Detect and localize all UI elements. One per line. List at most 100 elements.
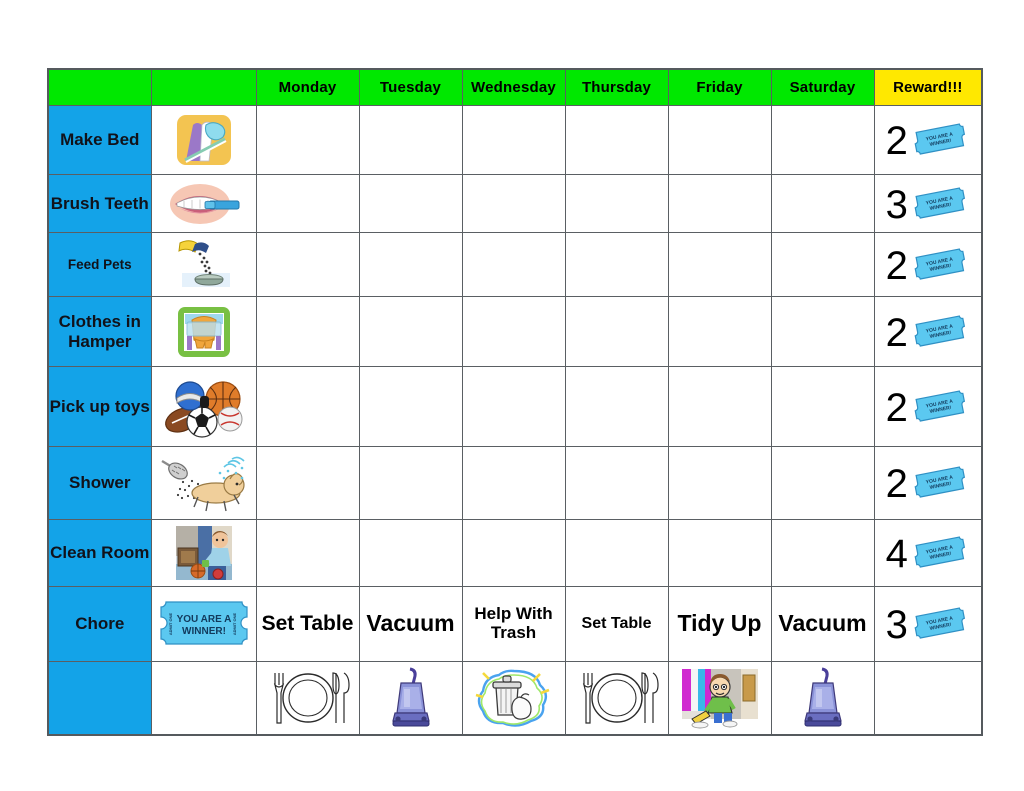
cell-shower-thursday[interactable] [564, 446, 669, 520]
cell-clean-room-monday[interactable] [255, 519, 360, 587]
reward-value-shower: 2 [885, 462, 908, 506]
header-friday: Friday [667, 68, 772, 106]
chore-icon-saturday-cell [770, 661, 875, 735]
cell-feed-pets-friday[interactable] [667, 232, 772, 297]
reward-cell-make-bed: 2 YOU ARE A WINNER! [873, 105, 983, 175]
winner-ticket-icon: YOU ARE A WINNER! [914, 123, 965, 155]
table-row-feed-pets: Feed Pets 2 YOU ARE A WINNER! [47, 232, 983, 297]
cell-shower-wednesday[interactable] [461, 446, 566, 520]
table-row-brush-teeth: Brush Teeth 3 YOU ARE A WINNER! [47, 174, 983, 233]
cell-clean-room-friday[interactable] [667, 519, 772, 587]
cell-feed-pets-saturday[interactable] [770, 232, 875, 297]
vacuum-cleaner-icon [803, 667, 842, 727]
reward-cell-brush-teeth: 3 YOU ARE A WINNER! [873, 174, 983, 233]
chore-assignment-saturday: Vacuum [770, 586, 875, 662]
chore-assignment-thursday: Set Table [564, 586, 669, 662]
place-setting-icon [582, 672, 659, 724]
chore-assignment-monday: Set Table [255, 586, 360, 662]
chore-label-chore: Chore [47, 586, 152, 662]
svg-text:ADMIT ONE: ADMIT ONE [232, 612, 237, 635]
cell-make-bed-friday[interactable] [667, 105, 772, 175]
cell-pick-up-toys-wednesday[interactable] [461, 366, 566, 447]
header-reward: Reward!!! [873, 68, 983, 106]
table-row-clothes-in-hamper: Clothes in Hamper 2 YOU ARE A WINNER! [47, 296, 983, 367]
chore-picture-make-bed-cell [150, 105, 257, 175]
chore-icon-wednesday-cell [461, 661, 566, 735]
cell-pick-up-toys-friday[interactable] [667, 366, 772, 447]
cell-clean-room-thursday[interactable] [564, 519, 669, 587]
cell-clothes-hamper-saturday[interactable] [770, 296, 875, 367]
reward-cell-chore: 3 YOU ARE A WINNER! [873, 586, 983, 662]
cell-brush-teeth-tuesday[interactable] [358, 174, 463, 233]
cell-shower-monday[interactable] [255, 446, 360, 520]
cell-clean-room-saturday[interactable] [770, 519, 875, 587]
chore-picture-clean-room-cell [150, 519, 257, 587]
cell-feed-pets-monday[interactable] [255, 232, 360, 297]
header-tuesday: Tuesday [358, 68, 463, 106]
cell-brush-teeth-saturday[interactable] [770, 174, 875, 233]
chore-label-clean-room: Clean Room [47, 519, 152, 587]
reward-cell-blank [873, 661, 983, 735]
reward-cell-clothes-hamper: 2 YOU ARE A WINNER! [873, 296, 983, 367]
table-row-clean-room: Clean Room 4 YOU ARE A WINNER! [47, 519, 983, 587]
reward-value-feed-pets: 2 [885, 243, 908, 288]
table-row-chore: Chore YOU ARE A WINNER! ADMIT ONE ADMIT … [47, 586, 983, 662]
chore-picture-brush-teeth-cell [150, 174, 257, 233]
cell-clothes-hamper-thursday[interactable] [564, 296, 669, 367]
winner-ticket-icon: YOU ARE A WINNER! ADMIT ONE ADMIT ONE [159, 601, 248, 645]
chore-picture-blank-cell [150, 661, 257, 735]
chore-picture-chore-ticket-cell: YOU ARE A WINNER! ADMIT ONE ADMIT ONE [150, 586, 257, 662]
cell-clothes-hamper-monday[interactable] [255, 296, 360, 367]
winner-ticket-icon: YOU ARE A WINNER! [914, 536, 965, 568]
cell-make-bed-monday[interactable] [255, 105, 360, 175]
cell-feed-pets-thursday[interactable] [564, 232, 669, 297]
cell-shower-tuesday[interactable] [358, 446, 463, 520]
chore-label-make-bed: Make Bed [47, 105, 152, 175]
cell-shower-friday[interactable] [667, 446, 772, 520]
chore-label-clothes-in-hamper: Clothes in Hamper [47, 296, 152, 367]
table-row-shower: Shower 2 YOU ARE A WINNER! [47, 446, 983, 520]
header-wednesday: Wednesday [461, 68, 566, 106]
reward-value-clean-room: 4 [885, 532, 908, 576]
cell-clean-room-tuesday[interactable] [358, 519, 463, 587]
chore-label-blank [47, 661, 152, 735]
ticket-line-2: WINNER! [182, 626, 226, 637]
cell-make-bed-saturday[interactable] [770, 105, 875, 175]
cell-shower-saturday[interactable] [770, 446, 875, 520]
chore-picture-shower-cell [150, 446, 257, 520]
cell-clothes-hamper-tuesday[interactable] [358, 296, 463, 367]
chore-label-pick-up-toys: Pick up toys [47, 366, 152, 447]
cell-feed-pets-tuesday[interactable] [358, 232, 463, 297]
header-thursday: Thursday [564, 68, 669, 106]
reward-value-pick-up-toys: 2 [885, 385, 908, 430]
table-row-make-bed: Make Bed 2 YOU ARE A WINNER! [47, 105, 983, 175]
cell-clothes-hamper-friday[interactable] [667, 296, 772, 367]
sports-balls-icon [164, 380, 242, 438]
cell-make-bed-tuesday[interactable] [358, 105, 463, 175]
reward-cell-shower: 2 YOU ARE A WINNER! [873, 446, 983, 520]
cell-pick-up-toys-thursday[interactable] [564, 366, 669, 447]
table-row-pick-up-toys: Pick up toys 2 YOU ARE A WINNER! [47, 366, 983, 447]
cell-pick-up-toys-saturday[interactable] [770, 366, 875, 447]
chore-icon-friday-cell [667, 661, 772, 735]
cell-make-bed-thursday[interactable] [564, 105, 669, 175]
cell-brush-teeth-monday[interactable] [255, 174, 360, 233]
cell-brush-teeth-friday[interactable] [667, 174, 772, 233]
laundry-hamper-icon [177, 306, 230, 357]
chore-assignment-friday: Tidy Up [667, 586, 772, 662]
chore-picture-feed-pets-cell [150, 232, 257, 297]
cell-pick-up-toys-tuesday[interactable] [358, 366, 463, 447]
reward-cell-pick-up-toys: 2 YOU ARE A WINNER! [873, 366, 983, 447]
cell-brush-teeth-wednesday[interactable] [461, 174, 566, 233]
cell-clothes-hamper-wednesday[interactable] [461, 296, 566, 367]
ticket-line-1: YOU ARE A [176, 614, 231, 625]
cell-make-bed-wednesday[interactable] [461, 105, 566, 175]
reward-value-brush-teeth: 3 [885, 182, 908, 227]
cell-pick-up-toys-monday[interactable] [255, 366, 360, 447]
header-saturday: Saturday [770, 68, 875, 106]
child-cleaning-icon [175, 526, 232, 580]
cell-brush-teeth-thursday[interactable] [564, 174, 669, 233]
cell-clean-room-wednesday[interactable] [461, 519, 566, 587]
chore-label-shower: Shower [47, 446, 152, 520]
cell-feed-pets-wednesday[interactable] [461, 232, 566, 297]
